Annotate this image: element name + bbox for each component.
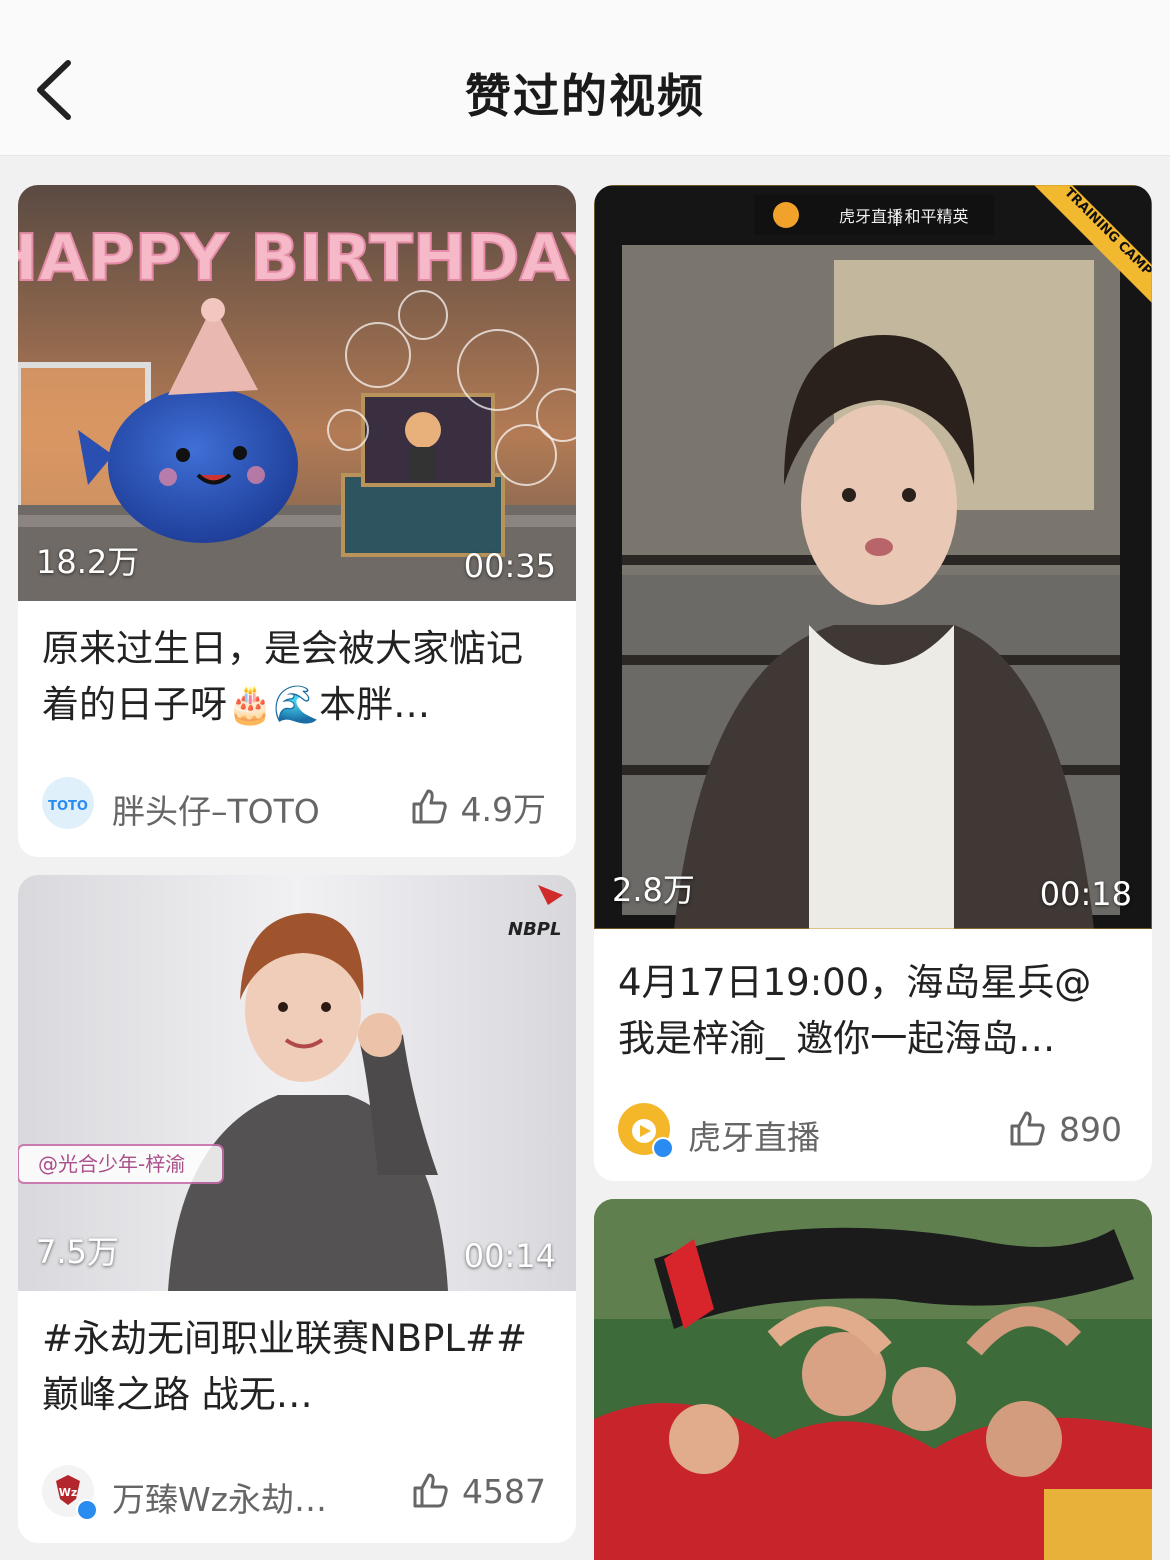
like-button[interactable]: 4.9万 bbox=[409, 783, 546, 831]
thumbs-up-icon bbox=[413, 1473, 448, 1508]
video-card-birthday[interactable]: HAPPY BIRTHDAY 18.2万 00:35 原来过生日，是会被大家惦记… bbox=[18, 185, 576, 857]
like-button[interactable]: 4587 bbox=[410, 1471, 546, 1511]
thumbs-up-icon bbox=[1010, 1111, 1045, 1146]
author-name[interactable]: 胖头仔–TOTO bbox=[112, 785, 320, 833]
video-thumbnail[interactable]: HAPPY BIRTHDAY 18.2万 00:35 bbox=[18, 185, 576, 601]
like-button[interactable]: 890 bbox=[1007, 1109, 1122, 1149]
play-count: 2.8万 bbox=[612, 871, 695, 909]
duration: 00:35 bbox=[463, 547, 556, 585]
video-card-huya[interactable]: 虎牙直播 | 和平精英 TRAINING CAMP 2.8万 00:18 4月1… bbox=[594, 185, 1152, 1181]
verified-badge-icon bbox=[76, 1499, 98, 1521]
like-count: 4.9万 bbox=[460, 790, 546, 829]
avatar[interactable] bbox=[618, 1103, 674, 1159]
video-meta: TOTO 胖头仔–TOTO 4.9万 bbox=[42, 777, 546, 833]
avatar[interactable]: TOTO bbox=[42, 777, 94, 829]
like-count: 4587 bbox=[462, 1471, 546, 1511]
author-name[interactable]: 虎牙直播 bbox=[688, 1111, 820, 1159]
duration: 00:18 bbox=[1039, 875, 1132, 913]
play-count: 18.2万 bbox=[36, 543, 140, 581]
thumbs-up-icon bbox=[412, 789, 447, 824]
video-title[interactable]: 原来过生日，是会被大家惦记着的日子呀🎂🌊本胖… bbox=[42, 621, 552, 733]
thumb-banner-text: HAPPY BIRTHDAY bbox=[18, 222, 576, 296]
video-card-football[interactable] bbox=[594, 1199, 1152, 1560]
play-count: 7.5万 bbox=[36, 1233, 119, 1271]
video-title[interactable]: 4月17日19:00，海岛星兵@我是梓渝_ 邀你一起海岛… bbox=[618, 955, 1128, 1067]
svg-text:Wz: Wz bbox=[59, 1486, 78, 1499]
video-thumbnail[interactable]: 虎牙直播 | 和平精英 TRAINING CAMP 2.8万 00:18 bbox=[594, 185, 1152, 929]
page-title: 赞过的视频 bbox=[465, 69, 705, 123]
svg-text:| 和平精英: | 和平精英 bbox=[894, 207, 968, 226]
thumb-tag-text: @光合少年-梓渝 bbox=[38, 1152, 185, 1176]
duration: 00:14 bbox=[463, 1237, 556, 1275]
avatar-text: TOTO bbox=[48, 799, 88, 814]
top-nav-bar: 赞过的视频 bbox=[0, 0, 1170, 156]
video-meta: Wz 万臻Wz永劫… 4587 bbox=[42, 1465, 546, 1521]
video-title[interactable]: #永劫无间职业联赛NBPL##巅峰之路 战无… bbox=[42, 1311, 552, 1423]
avatar[interactable]: Wz bbox=[42, 1465, 98, 1521]
video-thumbnail[interactable]: @光合少年-梓渝 NBPL 7.5万 00:14 bbox=[18, 875, 576, 1291]
video-thumbnail[interactable] bbox=[594, 1199, 1152, 1560]
like-count: 890 bbox=[1059, 1109, 1122, 1149]
author-name[interactable]: 万臻Wz永劫… bbox=[112, 1473, 327, 1521]
video-meta: 虎牙直播 890 bbox=[618, 1103, 1122, 1159]
nbpl-logo-text: NBPL bbox=[508, 919, 561, 940]
verified-badge-icon bbox=[652, 1137, 674, 1159]
video-card-nbpl[interactable]: @光合少年-梓渝 NBPL 7.5万 00:14 #永劫无间职业联赛NBPL##… bbox=[18, 875, 576, 1543]
